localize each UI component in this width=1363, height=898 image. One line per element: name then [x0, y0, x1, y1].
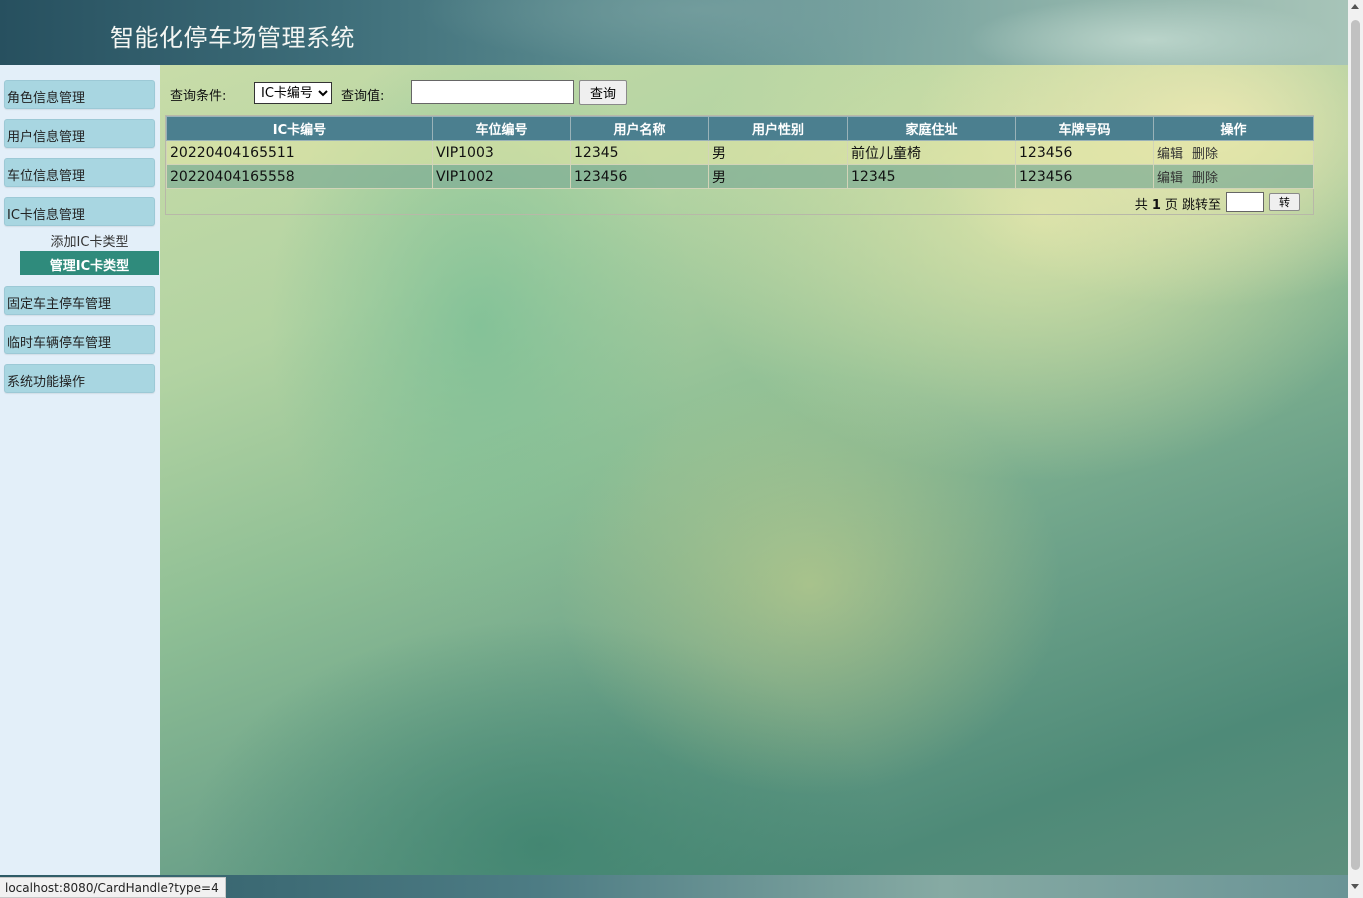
cell-space-no: VIP1002: [432, 164, 571, 189]
cell-user-gender: 男: [708, 164, 848, 189]
scroll-down-arrow-icon[interactable]: [1351, 884, 1359, 889]
search-bar: 查询条件: IC卡编号 查询值: 查询: [170, 80, 970, 106]
sidebar-item-users[interactable]: 用户信息管理: [4, 119, 155, 148]
vertical-scrollbar[interactable]: [1348, 0, 1363, 898]
column-header-user-name: 用户名称: [570, 116, 709, 141]
cell-plate-no: 123456: [1015, 164, 1154, 189]
sidebar-item-fixed-owner-parking[interactable]: 固定车主停车管理: [4, 286, 155, 315]
sidebar: 角色信息管理 用户信息管理 车位信息管理 IC卡信息管理 添加IC卡类型 管理I…: [0, 65, 160, 875]
header-banner: 智能化停车场管理系统: [0, 0, 1348, 65]
column-header-ic-card-no: IC卡编号: [166, 116, 433, 141]
scrollbar-thumb[interactable]: [1351, 20, 1360, 870]
sidebar-item-temp-vehicle-parking[interactable]: 临时车辆停车管理: [4, 325, 155, 354]
search-value-input[interactable]: [411, 80, 574, 104]
cell-ic-card-no: 20220404165511: [166, 140, 433, 165]
table-row: 20220404165511 VIP1003 12345 男 前位儿童椅 123…: [166, 140, 1314, 165]
page-jump-input[interactable]: [1226, 192, 1264, 212]
column-header-address: 家庭住址: [847, 116, 1016, 141]
sidebar-item-parking-spaces[interactable]: 车位信息管理: [4, 158, 155, 187]
status-bar-url: localhost:8080/CardHandle?type=4: [0, 877, 226, 898]
pagination-suffix: 页 跳转至: [1164, 198, 1221, 213]
cell-user-name: 123456: [570, 164, 709, 189]
pagination-text: 共1页 跳转至: [1135, 194, 1221, 213]
sidebar-item-ic-cards[interactable]: IC卡信息管理: [4, 197, 155, 226]
edit-link[interactable]: 编辑: [1157, 147, 1183, 162]
cell-actions: 编辑 删除: [1153, 140, 1314, 165]
pagination-prefix: 共: [1134, 198, 1148, 213]
search-button[interactable]: 查询: [579, 80, 627, 105]
cell-address: 12345: [847, 164, 1016, 189]
pagination-total-pages: 1: [1151, 198, 1161, 213]
search-condition-label: 查询条件:: [170, 89, 227, 104]
cell-plate-no: 123456: [1015, 140, 1154, 165]
main-content: 查询条件: IC卡编号 查询值: 查询 IC卡编号 车位编号 用户名称 用户性别…: [160, 65, 1348, 875]
search-value-label: 查询值:: [341, 89, 385, 104]
sidebar-subitem-manage-ic-type[interactable]: 管理IC卡类型: [20, 251, 159, 275]
edit-link[interactable]: 编辑: [1157, 171, 1183, 186]
table-header-row: IC卡编号 车位编号 用户名称 用户性别 家庭住址 车牌号码 操作: [166, 116, 1314, 141]
column-header-space-no: 车位编号: [432, 116, 571, 141]
sidebar-subitem-add-ic-type[interactable]: 添加IC卡类型: [20, 227, 159, 251]
cell-actions: 编辑 删除: [1153, 164, 1314, 189]
table-row: 20220404165558 VIP1002 123456 男 12345 12…: [166, 164, 1314, 189]
column-header-user-gender: 用户性别: [708, 116, 848, 141]
cell-space-no: VIP1003: [432, 140, 571, 165]
delete-link[interactable]: 删除: [1192, 147, 1218, 162]
delete-link[interactable]: 删除: [1192, 171, 1218, 186]
cell-user-name: 12345: [570, 140, 709, 165]
search-condition-select[interactable]: IC卡编号: [254, 82, 332, 104]
column-header-plate-no: 车牌号码: [1015, 116, 1154, 141]
page-go-button[interactable]: 转: [1269, 193, 1300, 211]
sidebar-item-system-functions[interactable]: 系统功能操作: [4, 364, 155, 393]
sidebar-item-roles[interactable]: 角色信息管理: [4, 80, 155, 109]
app-title: 智能化停车场管理系统: [110, 24, 355, 52]
cell-ic-card-no: 20220404165558: [166, 164, 433, 189]
ic-card-table: IC卡编号 车位编号 用户名称 用户性别 家庭住址 车牌号码 操作 202204…: [165, 115, 1314, 215]
pagination: 共1页 跳转至 转: [166, 189, 1313, 214]
scroll-up-arrow-icon[interactable]: [1351, 4, 1359, 9]
cell-user-gender: 男: [708, 140, 848, 165]
cell-address: 前位儿童椅: [847, 140, 1016, 165]
column-header-actions: 操作: [1153, 116, 1314, 141]
